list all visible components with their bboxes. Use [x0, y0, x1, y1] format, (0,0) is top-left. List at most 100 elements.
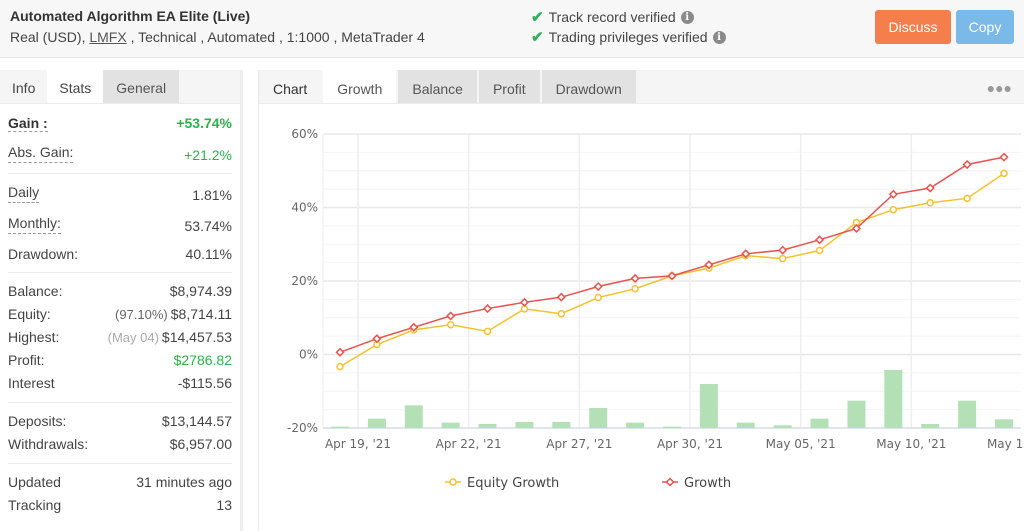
stat-value: 31 minutes ago — [136, 474, 232, 490]
x-tick-label: Apr 22, '21 — [436, 437, 502, 451]
stat-label: Interest — [8, 375, 55, 391]
activity-bar — [736, 422, 755, 428]
chart-tabs: Chart Growth Balance Profit Drawdown ●●● — [259, 70, 1024, 104]
growth-point — [446, 311, 456, 321]
stat-interest: Interest -$115.56 — [8, 375, 232, 391]
stat-label: Tracking — [8, 497, 62, 513]
tab-growth[interactable]: Growth — [323, 70, 397, 103]
chart-axes: 60% 40% 20% 0% -20% Apr 19, '21 Apr 22, '21 Apr… — [287, 127, 1024, 451]
stat-value: $8,714.11 — [170, 306, 232, 322]
equity-growth-line — [339, 172, 1005, 368]
stat-label[interactable]: Daily — [8, 184, 40, 203]
x-tick-label: Apr 27, '21 — [546, 437, 612, 451]
divider — [8, 463, 232, 464]
tab-profit[interactable]: Profit — [478, 70, 540, 103]
stat-value: $8,974.39 — [169, 283, 232, 299]
activity-bar — [515, 422, 534, 428]
chart-panel: Chart Growth Balance Profit Drawdown ●●●… — [258, 70, 1024, 531]
tab-drawdown[interactable]: Drawdown — [541, 70, 636, 103]
stat-label: Equity: — [8, 306, 51, 322]
equity-growth-point — [483, 327, 492, 336]
stat-value: -$115.56 — [177, 375, 232, 391]
divider — [8, 402, 232, 403]
tab-general[interactable]: General — [103, 70, 180, 103]
info-icon[interactable]: i — [680, 10, 694, 24]
y-tick-label: 60% — [291, 127, 318, 141]
growth-point — [482, 304, 493, 314]
equity-growth-point — [631, 284, 639, 293]
legend-marker-icon — [449, 478, 457, 486]
equity-growth-point — [926, 198, 934, 207]
legend-label[interactable]: Equity Growth — [467, 476, 559, 491]
activity-bar — [958, 400, 977, 428]
stats-panel: Info Stats General Gain : +53.74% Abs. G… — [0, 70, 243, 531]
stat-value: $6,957.00 — [169, 436, 232, 452]
stat-value: $14,457.53 — [161, 329, 232, 345]
chart-legend: Equity Growth Growth — [445, 476, 731, 491]
growth-point — [814, 235, 825, 245]
activity-bar — [552, 422, 571, 428]
equity-percent: (97.10%) — [115, 307, 168, 322]
activity-bar — [404, 405, 423, 428]
stat-label[interactable]: Abs. Gain: — [8, 144, 74, 163]
check-icon: ✔ — [531, 9, 544, 26]
tab-balance[interactable]: Balance — [398, 70, 477, 103]
more-dots-icon[interactable]: ●●● — [987, 80, 1012, 96]
stat-label: Deposits: — [8, 413, 67, 429]
subtitle-suffix: , Technical , Automated , 1:1000 , MetaT… — [130, 29, 425, 45]
stat-label[interactable]: Gain : — [8, 115, 48, 132]
activity-bar — [331, 426, 349, 428]
stat-value: 1.81% — [192, 187, 232, 203]
equity-growth-point — [446, 320, 455, 329]
activity-bar — [773, 425, 792, 428]
broker-link[interactable]: LMFX — [89, 29, 126, 45]
stat-label: Withdrawals: — [8, 436, 89, 452]
stat-value: $13,144.57 — [161, 413, 232, 429]
activity-bar — [663, 426, 681, 428]
growth-point — [778, 245, 788, 255]
account-subtitle: Real (USD), LMFX , Technical , Automated… — [10, 29, 425, 45]
tab-stats[interactable]: Stats — [47, 70, 104, 103]
equity-growth-point — [889, 205, 898, 214]
system-title: Automated Algorithm EA Elite (Live) — [10, 8, 251, 24]
stat-value: 13 — [216, 497, 232, 513]
equity-growth-point — [815, 246, 824, 255]
activity-bar — [626, 422, 645, 428]
stat-label: Drawdown: — [8, 246, 79, 262]
stat-value: +53.74% — [176, 115, 232, 131]
activity-bar — [589, 408, 608, 428]
discuss-button[interactable]: Discuss — [875, 10, 951, 44]
check-icon: ✔ — [531, 29, 544, 46]
growth-line — [339, 156, 1005, 353]
stat-drawdown: Drawdown: 40.11% — [8, 246, 232, 262]
info-icon[interactable]: i — [712, 30, 726, 44]
track-record-verified: ✔ Track record verified i — [531, 8, 694, 26]
equity-growth-point — [1000, 169, 1008, 178]
stat-label: Highest: — [8, 329, 60, 345]
stat-deposits: Deposits: $13,144.57 — [8, 413, 232, 429]
activity-bar — [367, 418, 386, 428]
equity-growth-point — [963, 194, 971, 203]
subtitle-prefix: Real (USD), — [10, 29, 86, 45]
tab-info[interactable]: Info — [0, 70, 47, 103]
y-tick-label: 0% — [299, 348, 318, 362]
activity-bar — [699, 384, 718, 428]
stat-label[interactable]: Monthly: — [8, 215, 61, 234]
legend-marker-icon — [665, 477, 675, 487]
account-header: Automated Algorithm EA Elite (Live) Real… — [0, 0, 1024, 58]
divider — [8, 173, 232, 174]
stat-tracking: Tracking 13 — [8, 497, 232, 513]
x-tick-label: Apr 19, '21 — [325, 437, 391, 451]
stat-highest: Highest: (May 04) $14,457.53 — [8, 329, 232, 345]
x-tick-label: May 13, '21 — [987, 437, 1024, 451]
stat-value: +21.2% — [184, 147, 232, 163]
copy-button[interactable]: Copy — [956, 10, 1014, 44]
equity-growth-point — [778, 254, 787, 263]
stat-gain: Gain : +53.74% — [8, 115, 232, 132]
stat-daily: Daily 1.81% — [8, 184, 232, 203]
legend-label[interactable]: Growth — [684, 476, 731, 491]
stats-list: Gain : +53.74% Abs. Gain: +21.2% Daily 1… — [0, 115, 240, 513]
stat-label: Updated — [8, 474, 61, 490]
stat-abs-gain: Abs. Gain: +21.2% — [8, 144, 232, 163]
growth-point — [999, 152, 1009, 162]
